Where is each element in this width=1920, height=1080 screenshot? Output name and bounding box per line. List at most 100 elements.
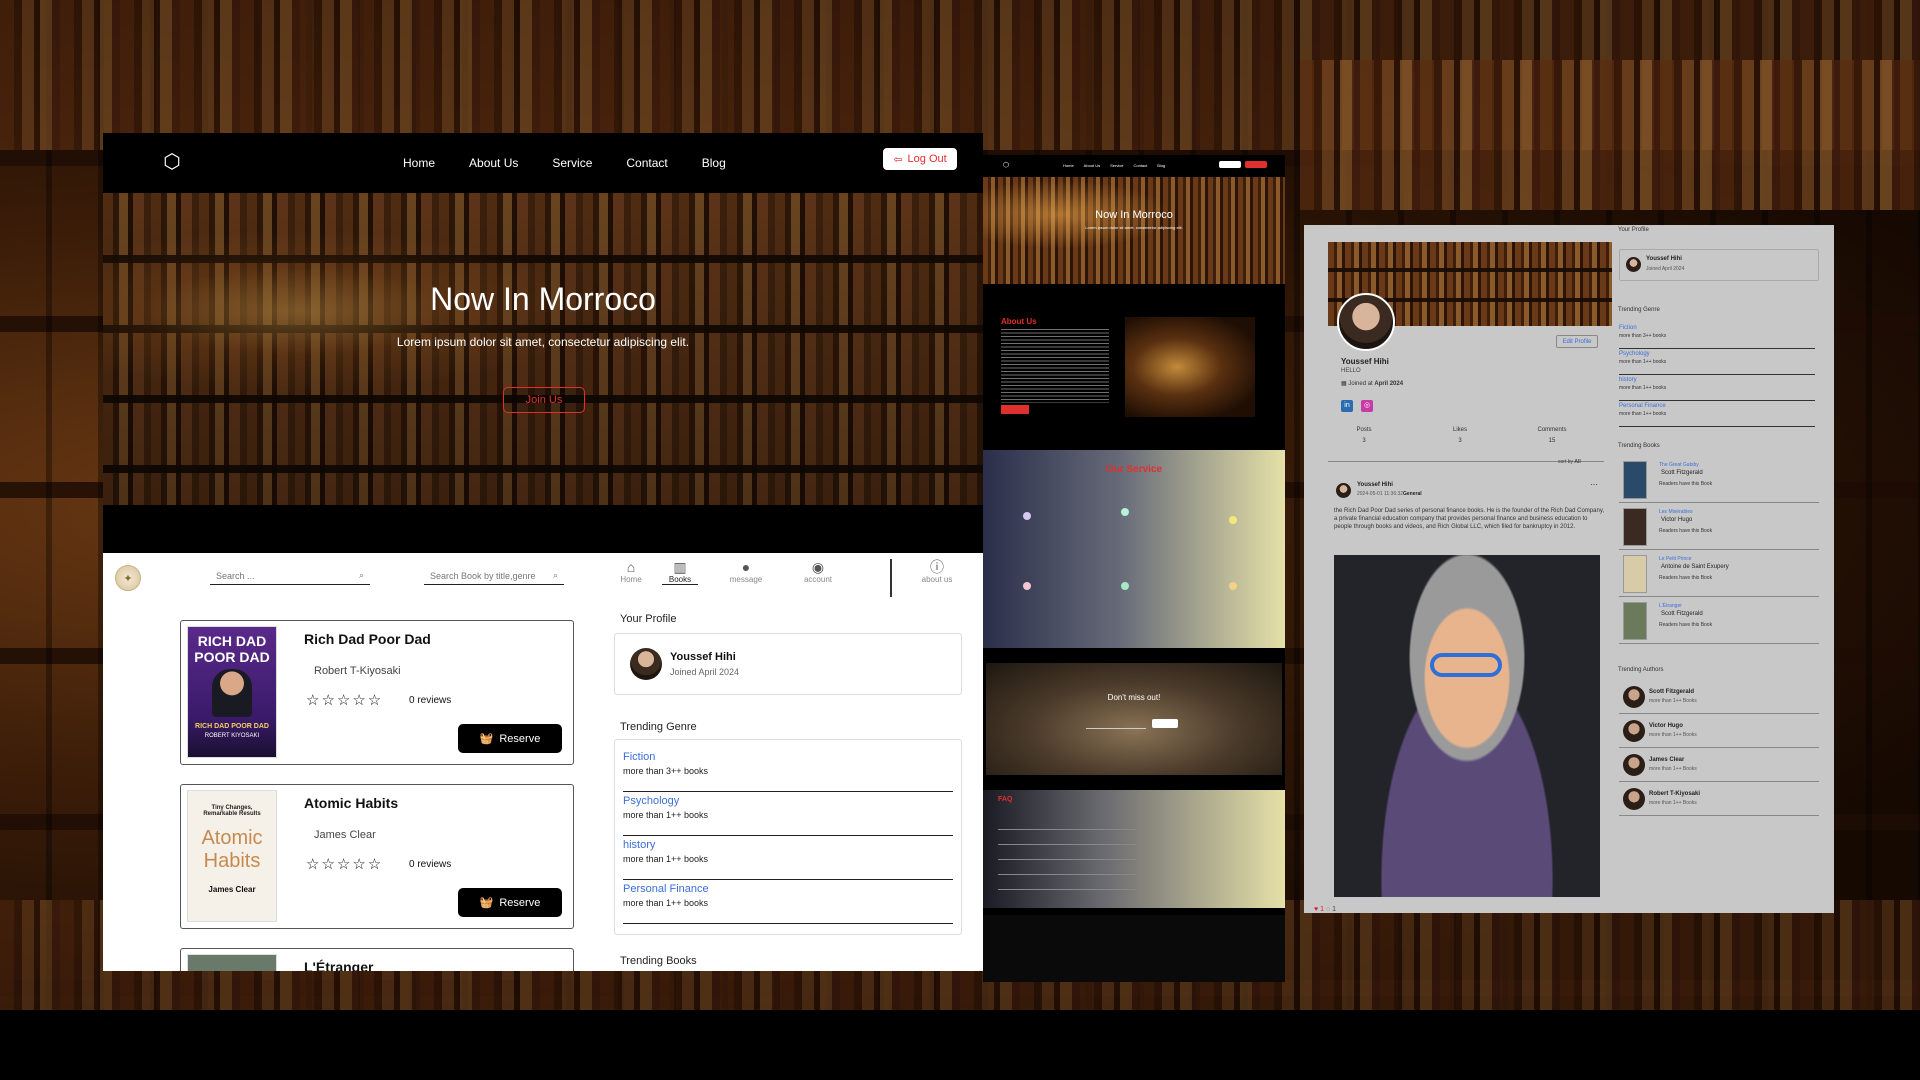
side-author-name[interactable]: James Clear	[1649, 757, 1684, 763]
side-genre-item[interactable]: history more than 1++ books	[1619, 377, 1815, 401]
side-book-title[interactable]: Les Misérables	[1659, 509, 1693, 515]
book-cover-atomic-habits[interactable]: Tiny Changes, Remarkable Results Atomic …	[187, 790, 277, 922]
faq-item[interactable]	[998, 835, 1136, 845]
post-image[interactable]	[1334, 555, 1600, 897]
profile-card[interactable]: Youssef Hihi Joined April 2024	[614, 633, 962, 695]
likes-stat[interactable]: Likes 3	[1430, 427, 1490, 444]
join-us-button[interactable]: Join Us	[503, 387, 585, 413]
genre-name[interactable]: history	[623, 839, 953, 851]
book-title[interactable]: L'Étranger	[304, 959, 373, 971]
faq-item[interactable]	[998, 820, 1136, 830]
book-title[interactable]: Atomic Habits	[304, 795, 398, 811]
preview-nav-contact[interactable]: Contact	[1133, 163, 1147, 168]
side-genre-name[interactable]: Personal Finance	[1619, 403, 1815, 409]
side-author-name[interactable]: Scott Fitzgerald	[1649, 689, 1694, 695]
side-book-title[interactable]: L'Étranger	[1659, 603, 1682, 609]
posts-stat[interactable]: Posts 3	[1334, 427, 1394, 444]
preview-signup-button[interactable]	[1245, 161, 1267, 168]
rating-stars[interactable]: ☆☆☆☆☆	[306, 691, 383, 709]
side-author-item[interactable]: Victor Hugo more than 1++ Books	[1619, 715, 1819, 748]
genre-name[interactable]: Fiction	[623, 751, 953, 763]
post-author[interactable]: Youssef Hihi	[1357, 482, 1393, 488]
side-genre-name[interactable]: Psychology	[1619, 351, 1815, 357]
nav-account[interactable]: ◉ account	[794, 559, 842, 584]
side-genre-item[interactable]: Psychology more than 1++ books	[1619, 351, 1815, 375]
rating-stars[interactable]: ☆☆☆☆☆	[306, 855, 383, 873]
preview-read-more-button[interactable]	[1001, 405, 1029, 414]
side-book-title[interactable]: Le Petit Prince	[1659, 556, 1692, 562]
nav-contact-link[interactable]: Contact	[626, 156, 667, 170]
nav-home[interactable]: ⌂ Home	[607, 559, 655, 584]
logout-button[interactable]: ⇦ Log Out	[883, 148, 957, 170]
side-genre-name[interactable]: Fiction	[1619, 325, 1815, 331]
book-search-input[interactable]: Search Book by title,genre ⌕	[424, 567, 564, 585]
logout-label: Log Out	[907, 153, 947, 165]
preview-email-input[interactable]	[1086, 721, 1146, 729]
side-author-item[interactable]: Robert T-Kiyosaki more than 1++ Books	[1619, 783, 1819, 816]
comments-stat[interactable]: Comments 15	[1522, 427, 1582, 444]
side-author-item[interactable]: Scott Fitzgerald more than 1++ Books	[1619, 681, 1819, 714]
linkedin-icon[interactable]: in	[1341, 400, 1353, 412]
book-cover-letranger[interactable]	[187, 954, 277, 971]
genre-item[interactable]: history more than 1++ books	[623, 836, 953, 880]
nav-about[interactable]: ⓘ about us	[913, 559, 961, 584]
side-author-item[interactable]: James Clear more than 1++ Books	[1619, 749, 1819, 782]
faq-item[interactable]	[998, 880, 1136, 890]
side-profile-card[interactable]: Youssef Hihi Joined April 2024	[1619, 249, 1819, 281]
nav-blog-link[interactable]: Blog	[702, 156, 726, 170]
preview-subscribe-button[interactable]	[1152, 719, 1178, 728]
side-author-name[interactable]: Robert T-Kiyosaki	[1649, 791, 1700, 797]
side-avatar	[1626, 257, 1641, 272]
side-book-title[interactable]: The Great Gatsby	[1659, 462, 1699, 468]
preview-nav-about[interactable]: About Us	[1084, 163, 1100, 168]
nav-about-link[interactable]: About Us	[469, 156, 518, 170]
reserve-button[interactable]: 🧺 Reserve	[458, 724, 562, 753]
profile-avatar[interactable]	[1337, 293, 1395, 351]
post-menu-icon[interactable]: ⋯	[1590, 480, 1598, 489]
nav-books[interactable]: ▥ Books	[662, 559, 698, 585]
reserve-button[interactable]: 🧺 Reserve	[458, 888, 562, 917]
nav-home-link[interactable]: Home	[403, 156, 435, 170]
side-book-item[interactable]: L'Étranger Scott Fitzgerald Readers have…	[1619, 598, 1819, 644]
side-genre-item[interactable]: Personal Finance more than 1++ books	[1619, 403, 1815, 427]
book-search-icon[interactable]: ⌕	[553, 570, 558, 581]
faq-item[interactable]	[998, 865, 1136, 875]
preview-nav-home[interactable]: Home	[1063, 163, 1074, 168]
side-book-item[interactable]: The Great Gatsby Scott Fitzgerald Reader…	[1619, 457, 1819, 503]
preview-nav-service[interactable]: Service	[1110, 163, 1123, 168]
heart-icon[interactable]: ♥	[1314, 906, 1318, 913]
side-author-name[interactable]: Victor Hugo	[1649, 723, 1683, 729]
side-genre-item[interactable]: Fiction more than 3++ books	[1619, 325, 1815, 349]
nav-message[interactable]: ● message	[722, 559, 770, 584]
trending-genre-heading: Trending Genre	[620, 721, 697, 733]
genre-item[interactable]: Psychology more than 1++ books	[623, 792, 953, 836]
preview-nav-blog[interactable]: Blog	[1157, 163, 1165, 168]
side-book-cover	[1623, 508, 1647, 546]
book-title[interactable]: Rich Dad Poor Dad	[304, 631, 431, 647]
post-reactions[interactable]: ♥ 1 ◌ 1	[1314, 906, 1336, 913]
comment-icon[interactable]: ◌	[1326, 906, 1330, 913]
genre-item[interactable]: Personal Finance more than 1++ books	[623, 880, 953, 924]
search-icon[interactable]: ⌕	[359, 570, 364, 581]
nav-service-link[interactable]: Service	[552, 156, 592, 170]
genre-name[interactable]: Psychology	[623, 795, 953, 807]
instagram-icon[interactable]: ◎	[1361, 400, 1373, 412]
search-placeholder: Search ...	[216, 570, 255, 581]
book-author: Robert T-Kiyosaki	[314, 665, 401, 677]
faq-item[interactable]	[998, 850, 1136, 860]
sort-dropdown[interactable]: sort by All	[1558, 459, 1581, 465]
cube-logo-icon[interactable]: ⬡	[161, 151, 183, 173]
preview-logo-icon[interactable]: ⬡	[1003, 161, 1009, 169]
side-book-item[interactable]: Les Misérables Victor Hugo Readers have …	[1619, 504, 1819, 550]
book-cover-rich-dad[interactable]: RICH DAD POOR DAD RICH DAD POOR DAD ROBE…	[187, 626, 277, 758]
genre-name[interactable]: Personal Finance	[623, 883, 953, 895]
side-genre-name[interactable]: history	[1619, 377, 1815, 383]
profile-name: Youssef Hihi	[670, 651, 736, 663]
search-input[interactable]: Search ... ⌕	[210, 567, 370, 585]
preview-login-button[interactable]	[1219, 161, 1241, 168]
side-book-item[interactable]: Le Petit Prince Antoine de Saint Exupery…	[1619, 551, 1819, 597]
genre-item[interactable]: Fiction more than 3++ books	[623, 748, 953, 792]
edit-profile-button[interactable]: Edit Profile	[1556, 335, 1598, 348]
likes-label: Likes	[1452, 427, 1467, 433]
app-logo[interactable]: ✦	[115, 565, 141, 591]
